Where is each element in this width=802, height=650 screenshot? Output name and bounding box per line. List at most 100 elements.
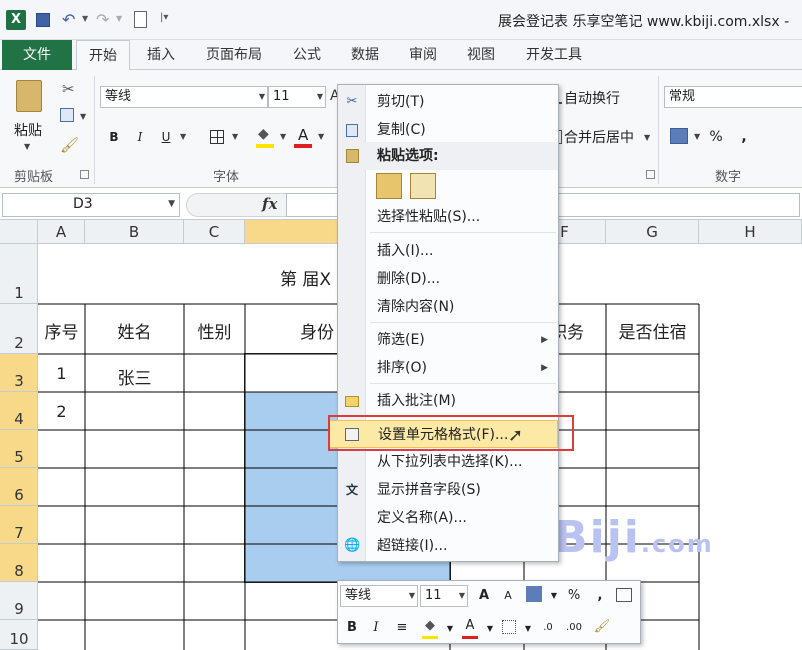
menu-item-delete[interactable]: 删除(D)... — [338, 265, 558, 293]
undo-dropdown-icon[interactable]: ▼ — [82, 14, 88, 23]
mini-border-icon[interactable] — [502, 620, 516, 634]
paste-button[interactable]: 粘贴 — [6, 120, 50, 142]
mini-fill-dropdown-icon[interactable]: ▼ — [440, 619, 460, 639]
merge-dropdown-icon[interactable]: ▼ — [644, 133, 650, 142]
comma-button[interactable]: , — [734, 126, 754, 148]
border-icon[interactable] — [210, 130, 224, 144]
mini-percent-button[interactable]: % — [564, 586, 584, 606]
header-name[interactable]: 姓名 — [85, 318, 184, 343]
italic-button[interactable]: I — [130, 126, 150, 148]
mini-fill-color-icon[interactable]: ◆ — [420, 616, 440, 636]
menu-item-insert[interactable]: 插入(I)... — [338, 237, 558, 265]
paste-dropdown-icon[interactable]: ▼ — [24, 142, 30, 151]
tab-file[interactable]: 文件 — [2, 40, 72, 70]
mini-font-color-dropdown-icon[interactable]: ▼ — [480, 619, 500, 639]
paste-keep-format-icon[interactable] — [376, 173, 402, 199]
accounting-format-icon[interactable] — [670, 128, 688, 144]
tab-review[interactable]: 审阅 — [396, 40, 450, 70]
submenu-arrow-icon: ▶ — [541, 363, 548, 373]
tab-page-layout[interactable]: 页面布局 — [192, 40, 276, 70]
copy-icon[interactable] — [60, 108, 74, 122]
cell-b3[interactable]: 张三 — [85, 364, 184, 389]
mini-border-dropdown-icon[interactable]: ▼ — [518, 619, 538, 639]
mini-font-name-combo[interactable]: 等线 ▼ — [340, 585, 418, 607]
menu-item-cut[interactable]: ✂ 剪切(T) — [338, 88, 558, 116]
comment-icon — [345, 396, 359, 407]
tab-data[interactable]: 数据 — [338, 40, 392, 70]
header-serial[interactable]: 序号 — [38, 318, 85, 343]
menu-item-paste-special[interactable]: 选择性粘贴(S)... — [338, 203, 558, 231]
redo-icon[interactable]: ↷ — [96, 10, 109, 29]
header-gender[interactable]: 性别 — [184, 318, 245, 343]
ribbon-tabs: 文件 开始 插入 页面布局 公式 数据 审阅 视图 开发工具 — [0, 40, 802, 71]
fill-color-dropdown-icon[interactable]: ▼ — [280, 132, 286, 141]
header-lodging[interactable]: 是否住宿 — [606, 318, 699, 343]
fill-color-icon[interactable]: ◆ — [258, 126, 269, 142]
name-box-dropdown-icon[interactable]: ▼ — [168, 199, 175, 209]
mini-font-color-icon[interactable]: A — [460, 616, 480, 636]
font-size-combo[interactable]: 11 ▼ — [268, 86, 326, 108]
paste-values-icon[interactable] — [410, 173, 436, 199]
font-name-combo[interactable]: 等线 ▼ — [100, 86, 268, 108]
mini-font-size-combo[interactable]: 11 ▼ — [420, 585, 468, 607]
wrap-text-button[interactable]: 自动换行 — [564, 88, 630, 110]
paste-icon[interactable] — [16, 80, 42, 112]
mini-italic-button[interactable]: I — [366, 618, 386, 638]
mini-increase-decimal-icon[interactable]: .0 — [538, 618, 558, 638]
number-format-combo[interactable]: 常规 — [664, 86, 802, 108]
merge-center-button[interactable]: 合并后居中 — [564, 127, 644, 149]
tab-formulas[interactable]: 公式 — [280, 40, 334, 70]
mini-bold-button[interactable]: B — [342, 618, 362, 638]
clipboard-launcher-icon[interactable] — [80, 170, 89, 179]
tab-insert[interactable]: 插入 — [134, 40, 188, 70]
mini-format-painter-icon[interactable]: 🖌 — [592, 617, 612, 637]
menu-item-sort[interactable]: 排序(O) ▶ — [338, 354, 558, 382]
menu-item-show-phonetic[interactable]: 文显示拼音字段(S) — [338, 476, 558, 504]
underline-button[interactable]: U — [156, 126, 176, 148]
mini-merge-icon[interactable] — [616, 588, 632, 602]
alignment-launcher-icon[interactable] — [646, 170, 655, 179]
qat-customize-icon[interactable]: |▾ — [160, 12, 168, 23]
name-box[interactable]: D3 ▼ — [2, 193, 180, 217]
save-icon[interactable] — [36, 13, 50, 27]
font-color-icon[interactable]: A — [298, 126, 308, 144]
cut-icon[interactable]: ✂ — [62, 80, 75, 98]
hyperlink-icon: 🌐 — [344, 538, 361, 553]
tab-home[interactable]: 开始 — [76, 40, 130, 71]
ribbon-divider — [658, 76, 659, 184]
format-painter-icon[interactable]: 🖌 — [60, 136, 79, 154]
mini-align-center-icon[interactable]: ≡ — [392, 618, 412, 638]
menu-item-clear-contents[interactable]: 清除内容(N) — [338, 293, 558, 321]
font-color-dropdown-icon[interactable]: ▼ — [318, 132, 324, 141]
paste-icon — [346, 149, 359, 163]
tab-developer[interactable]: 开发工具 — [512, 40, 596, 70]
menu-item-pick-from-list[interactable]: 从下拉列表中选择(K)... — [338, 448, 558, 476]
menu-item-hyperlink[interactable]: 🌐 超链接(I)... — [338, 532, 558, 560]
cell-a3[interactable]: 1 — [38, 364, 85, 383]
insert-function-icon[interactable]: fx — [262, 195, 277, 213]
cell-a4[interactable]: 2 — [38, 402, 85, 431]
menu-item-copy[interactable]: 复制(C) — [338, 116, 558, 144]
new-document-icon[interactable] — [134, 11, 147, 28]
mini-accounting-icon[interactable] — [526, 586, 542, 602]
menu-item-filter[interactable]: 筛选(E) ▶ — [338, 326, 558, 354]
mini-accounting-dropdown-icon[interactable]: ▼ — [544, 586, 564, 606]
accounting-dropdown-icon[interactable]: ▼ — [694, 132, 700, 141]
bold-button[interactable]: B — [104, 126, 124, 148]
border-dropdown-icon[interactable]: ▼ — [232, 132, 238, 141]
excel-logo-icon[interactable]: X — [6, 10, 26, 30]
redo-dropdown-icon[interactable]: ▼ — [116, 14, 122, 23]
percent-button[interactable]: % — [706, 126, 726, 148]
tab-view[interactable]: 视图 — [454, 40, 508, 70]
undo-icon[interactable]: ↶ — [62, 10, 75, 29]
mini-comma-button[interactable]: , — [590, 586, 610, 606]
mini-fill-color-bar — [422, 636, 438, 639]
menu-item-define-name[interactable]: 定义名称(A)... — [338, 504, 558, 532]
mini-grow-font-icon[interactable]: A — [474, 586, 494, 606]
menu-item-insert-comment[interactable]: 插入批注(M) — [338, 387, 558, 415]
underline-dropdown-icon[interactable]: ▼ — [180, 132, 186, 141]
copy-dropdown-icon[interactable]: ▼ — [80, 112, 86, 121]
mini-shrink-font-icon[interactable]: A — [498, 586, 518, 606]
mini-decrease-decimal-icon[interactable]: .00 — [564, 618, 584, 638]
ribbon-divider — [94, 76, 95, 184]
